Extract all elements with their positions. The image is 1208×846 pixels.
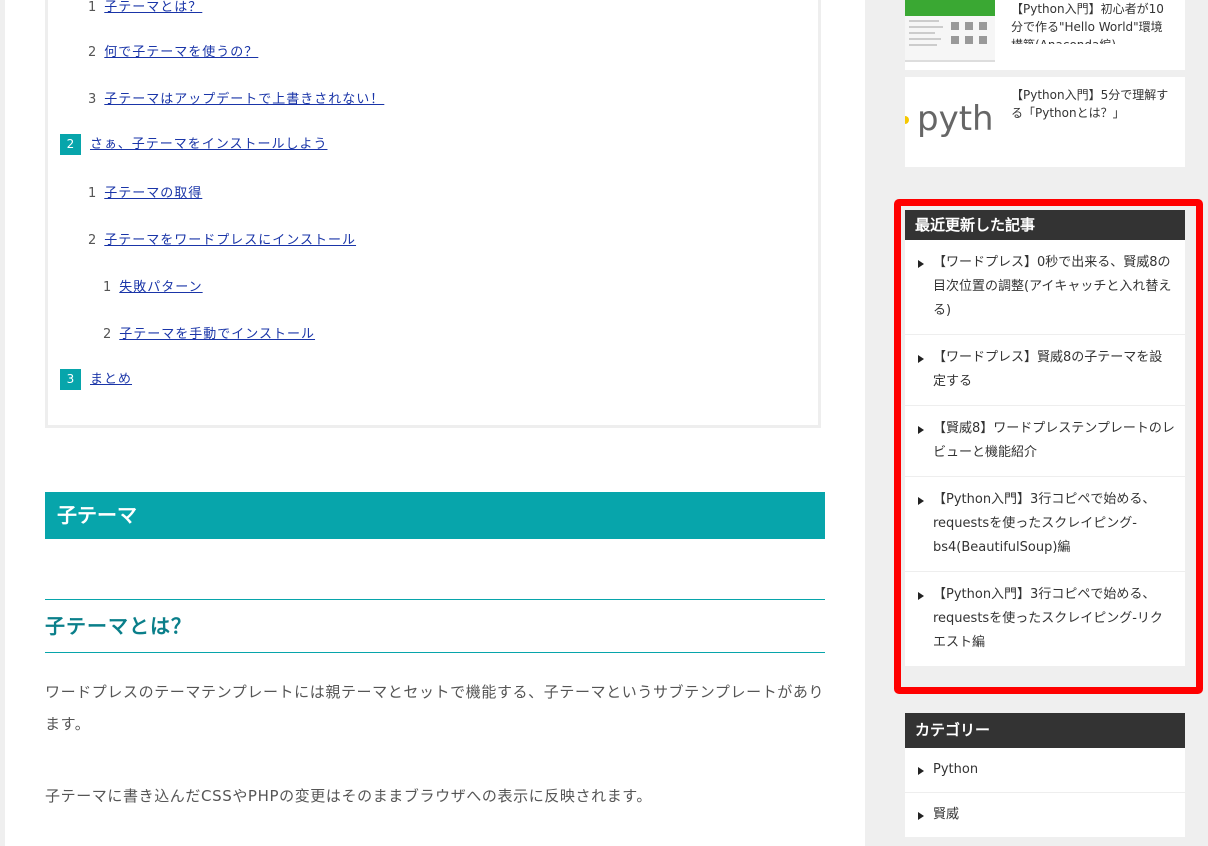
categories-widget: カテゴリー Python 賢威 bbox=[905, 713, 1185, 837]
table-of-contents: 1 子テーマとは？ 2 何で子テーマを使うの？ 3 子テーマはアップデートで上書きされ… bbox=[45, 0, 821, 428]
toc-link[interactable]: 子テーマはアップデートで上書きされない！ bbox=[104, 92, 384, 107]
category-item[interactable]: Python bbox=[905, 748, 1185, 793]
python-logo-text: pytho bbox=[917, 99, 995, 139]
toc-link[interactable]: さぁ、子テーマをインストールしよう bbox=[90, 137, 327, 152]
article-paragraph: ワードプレスのテーマテンプレートには親テーマとセットで機能する、子テーマというサ… bbox=[45, 683, 825, 733]
toc-number: 2 bbox=[103, 327, 112, 342]
toc-number: 1 bbox=[103, 280, 112, 295]
toc-link[interactable]: 子テーマとは？ bbox=[104, 0, 202, 15]
toc-item[interactable]: 2 子テーマをワードプレスにインストール bbox=[88, 229, 356, 248]
toc-item[interactable]: 3 まとめ bbox=[60, 368, 132, 390]
article-paragraph: 子テーマに書き込んだCSSやPHPの変更はそのままブラウザへの表示に反映されます… bbox=[45, 787, 652, 805]
widget-title: カテゴリー bbox=[905, 713, 1185, 748]
triangle-right-icon bbox=[918, 767, 924, 775]
toc-item[interactable]: 1 失敗パターン bbox=[103, 276, 203, 295]
toc-number: 2 bbox=[88, 233, 97, 248]
screenshot-thumbnail-icon bbox=[905, 0, 995, 62]
subsection-heading: 子テーマとは？ bbox=[45, 599, 825, 653]
triangle-right-icon bbox=[918, 812, 924, 820]
toc-item[interactable]: 2 さぁ、子テーマをインストールしよう bbox=[60, 133, 327, 155]
section-heading: 子テーマ bbox=[45, 492, 825, 539]
toc-number: 2 bbox=[88, 45, 97, 60]
toc-item[interactable]: 2 何で子テーマを使うの？ bbox=[88, 41, 258, 60]
toc-item[interactable]: 3 子テーマはアップデートで上書きされない！ bbox=[88, 88, 384, 107]
toc-link[interactable]: 子テーマの取得 bbox=[104, 186, 202, 201]
toc-number: 3 bbox=[88, 92, 97, 107]
toc-item[interactable]: 1 子テーマとは？ bbox=[88, 0, 202, 15]
highlight-box bbox=[894, 199, 1203, 694]
main-content: 1 子テーマとは？ 2 何で子テーマを使うの？ 3 子テーマはアップデートで上書きされ… bbox=[5, 0, 865, 846]
toc-number: 1 bbox=[88, 186, 97, 201]
article-card-title[interactable]: 【Python入門】5分で理解する「Pythonとは？」 bbox=[1011, 86, 1171, 122]
toc-number: 1 bbox=[88, 0, 97, 15]
category-item[interactable]: 賢威 bbox=[905, 793, 1185, 837]
article-card-title[interactable]: 【Python入門】初心者が10分で作る"Hello World"環境構築(An… bbox=[1011, 0, 1171, 44]
toc-item[interactable]: 1 子テーマの取得 bbox=[88, 182, 202, 201]
toc-link[interactable]: 子テーマを手動でインストール bbox=[119, 327, 315, 342]
toc-link[interactable]: まとめ bbox=[90, 372, 132, 387]
category-link[interactable]: Python bbox=[933, 762, 978, 777]
toc-badge: 2 bbox=[60, 134, 81, 155]
toc-link[interactable]: 失敗パターン bbox=[119, 280, 202, 295]
toc-item[interactable]: 2 子テーマを手動でインストール bbox=[103, 323, 315, 342]
python-logo-icon: pytho bbox=[905, 90, 995, 150]
toc-link[interactable]: 子テーマをワードプレスにインストール bbox=[104, 233, 356, 248]
article-thumbnail[interactable] bbox=[905, 0, 995, 62]
toc-link[interactable]: 何で子テーマを使うの？ bbox=[104, 45, 258, 60]
toc-badge: 3 bbox=[60, 369, 81, 390]
category-link[interactable]: 賢威 bbox=[933, 807, 959, 822]
